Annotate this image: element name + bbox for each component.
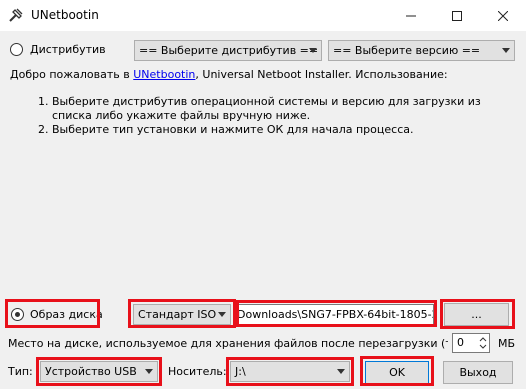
image-type-select[interactable]: Стандарт ISO	[133, 304, 231, 325]
space-input[interactable]: 0	[452, 333, 490, 353]
instructions-list: 1. Выберите дистрибутив операционной сист…	[38, 95, 508, 137]
version-select[interactable]: == Выберите версию ==	[328, 40, 515, 61]
disk-image-label: Образ диска	[30, 308, 103, 321]
list-item: 1. Выберите дистрибутив операционной сист…	[38, 95, 508, 123]
distribution-select-value: == Выберите дистрибутив ==	[139, 44, 319, 57]
spin-arrows-icon[interactable]	[479, 336, 487, 350]
close-button[interactable]	[480, 0, 526, 31]
unetbootin-link[interactable]: UNetbootin	[133, 68, 195, 81]
iso-path-input[interactable]: Downloads\SNG7-FPBX-64bit-1805-2.iso	[237, 304, 434, 325]
space-value: 0	[457, 336, 464, 349]
chevron-down-icon	[309, 48, 317, 53]
main-panel: Дистрибутив == Выберите дистрибутив == =…	[0, 31, 526, 389]
chevron-down-icon	[218, 312, 226, 317]
minimize-button[interactable]	[388, 0, 434, 31]
close-icon	[498, 10, 508, 21]
list-item: 2. Выберите тип установки и нажмите ОК дл…	[38, 123, 508, 137]
space-unit: МБ	[498, 337, 516, 350]
distribution-label: Дистрибутив	[30, 43, 106, 56]
minimize-icon	[406, 15, 416, 16]
disk-image-radio[interactable]	[11, 308, 24, 321]
install-type-value: Устройство USB	[45, 365, 137, 378]
title-bar: UNetbootin	[0, 0, 526, 31]
drive-select[interactable]: J:\	[230, 361, 350, 382]
step-number: 2.	[38, 123, 49, 136]
window-title: UNetbootin	[31, 8, 99, 22]
distribution-select[interactable]: == Выберите дистрибутив ==	[134, 40, 322, 61]
radio-selected-dot	[15, 312, 20, 317]
type-label: Тип:	[8, 365, 33, 378]
chevron-down-icon	[145, 369, 153, 374]
step-text: Выберите дистрибутив операционной систем…	[52, 95, 481, 122]
drive-value: J:\	[235, 365, 246, 378]
ok-button[interactable]: OK	[365, 361, 429, 384]
browse-button[interactable]: ...	[444, 303, 509, 326]
install-type-select[interactable]: Устройство USB	[40, 361, 158, 382]
version-select-value: == Выберите версию ==	[333, 44, 481, 57]
step-text: Выберите тип установки и нажмите ОК для …	[52, 123, 414, 136]
distribution-radio[interactable]	[10, 43, 23, 56]
chevron-down-icon	[502, 48, 510, 53]
space-label: Место на диске, используемое для хранени…	[8, 337, 448, 350]
intro-text: Добро пожаловать в UNetbootin, Universal…	[10, 68, 448, 81]
maximize-button[interactable]	[434, 0, 480, 31]
step-number: 1.	[38, 95, 49, 108]
maximize-icon	[452, 10, 462, 21]
unetbootin-app-icon	[9, 8, 23, 22]
image-type-value: Стандарт ISO	[138, 308, 217, 321]
exit-button[interactable]: Выход	[443, 361, 513, 384]
intro-suffix: , Universal Netboot Installer. Использов…	[195, 68, 448, 81]
intro-prefix: Добро пожаловать в	[10, 68, 134, 81]
drive-label: Носитель:	[168, 365, 227, 378]
chevron-down-icon	[337, 369, 345, 374]
iso-path-value: Downloads\SNG7-FPBX-64bit-1805-2.iso	[237, 308, 433, 321]
